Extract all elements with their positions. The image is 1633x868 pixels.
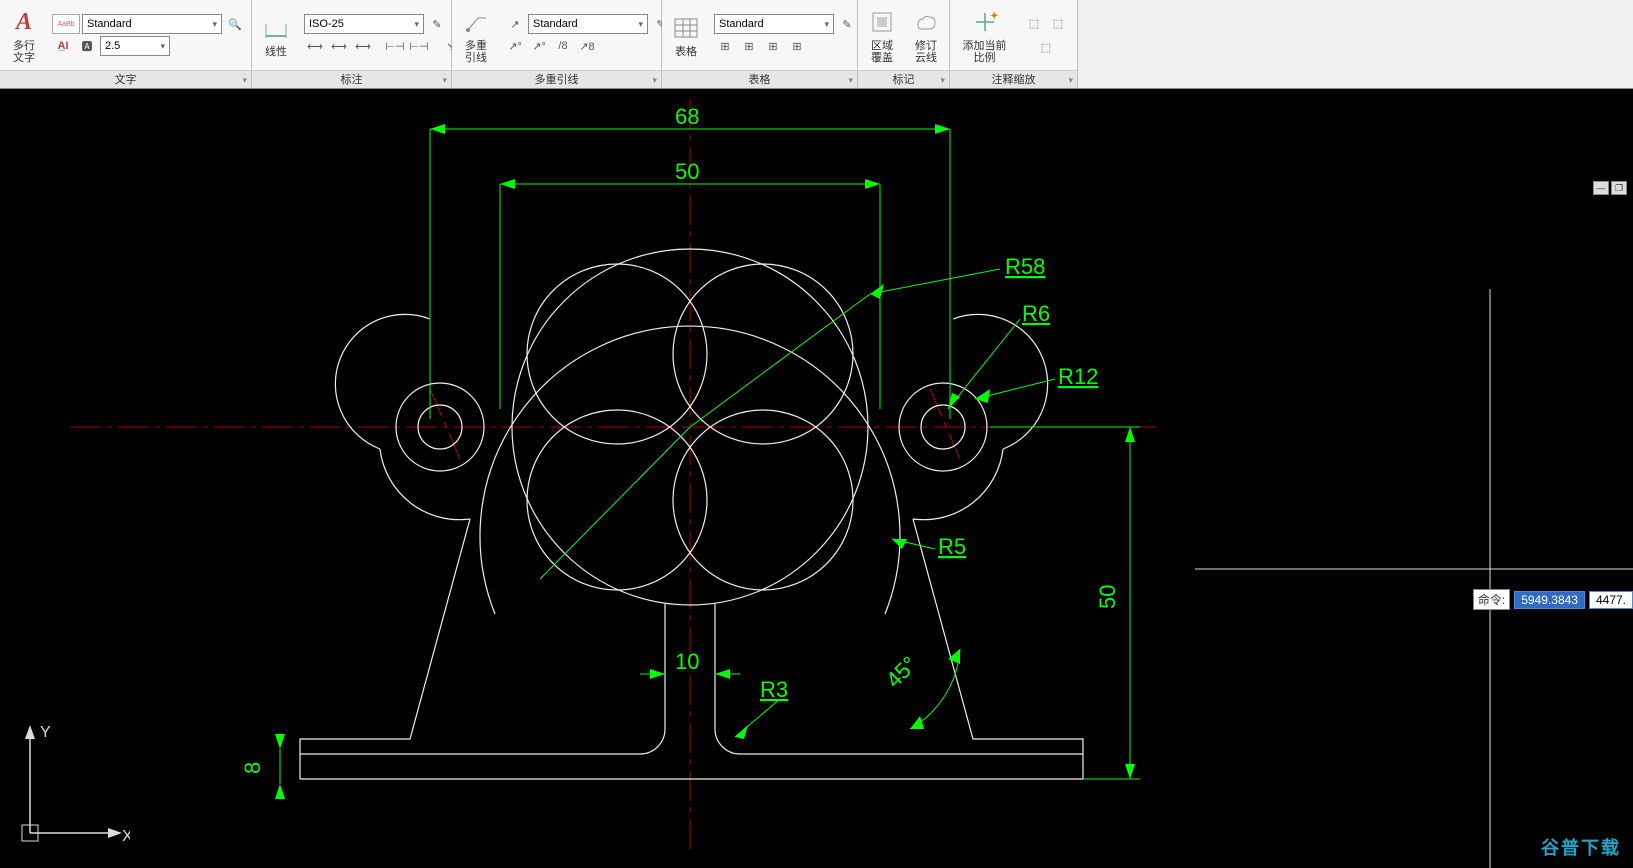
panel-title-annoscale[interactable]: 注释缩放	[950, 70, 1077, 88]
text-style-select[interactable]: Standard	[82, 14, 222, 34]
mtext-label: 多行 文字	[13, 40, 35, 64]
text-height-icon: A̲I	[52, 36, 74, 56]
table-label: 表格	[675, 46, 697, 58]
revcloud-button[interactable]: 修订 云线	[906, 2, 946, 68]
dim-update-button[interactable]: ✎	[426, 14, 448, 34]
text-height-adjust-icon: 🅰	[76, 36, 98, 56]
dim-a45: 45°	[881, 651, 922, 692]
table-style-select[interactable]: Standard	[714, 14, 834, 34]
coord-x-field[interactable]: 5949.3843	[1514, 591, 1585, 609]
dim-btn-1[interactable]: ⟷	[304, 36, 326, 56]
wipeout-icon	[866, 6, 898, 38]
add-scale-button[interactable]: ✦ 添加当前比例	[954, 2, 1015, 68]
dim-linear-button[interactable]: 线性	[256, 2, 296, 68]
panel-text: A 多行 文字 AaBb Standard 🔍 A̲I 🅰 2.5	[0, 0, 252, 88]
watermark-text: 谷普下载	[1541, 834, 1621, 860]
mleader-btn-2[interactable]: ↗°	[528, 36, 550, 56]
panel-title-text[interactable]: 文字	[0, 70, 251, 88]
add-scale-label: 添加当前比例	[958, 40, 1011, 64]
mleader-btn-3[interactable]: /8	[552, 36, 574, 56]
table-edit-button[interactable]: ✎	[836, 14, 858, 34]
dim-r12: R12	[1058, 364, 1098, 389]
revcloud-label: 修订 云线	[915, 40, 937, 64]
text-height-value: 2.5	[105, 40, 120, 52]
dim-btn-5[interactable]: ⊢⊣	[408, 36, 430, 56]
dim-68: 68	[675, 104, 699, 129]
dim-linear-label: 线性	[265, 46, 287, 58]
panel-annoscale: ✦ 添加当前比例 ⬚ ⬚ ⬚ 注释缩放	[950, 0, 1078, 88]
table-icon	[670, 12, 702, 44]
dim-r5: R5	[938, 534, 966, 559]
mleader-style-value: Standard	[533, 18, 578, 30]
panel-title-mleader[interactable]: 多重引线	[452, 70, 661, 88]
table-btn-4[interactable]: ⊞	[786, 36, 808, 56]
mleader-icon	[460, 6, 492, 38]
table-btn-3[interactable]: ⊞	[762, 36, 784, 56]
panel-title-table[interactable]: 表格	[662, 70, 857, 88]
wipeout-button[interactable]: 区域覆盖	[862, 2, 902, 68]
command-label: 命令:	[1473, 589, 1510, 610]
table-btn-1[interactable]: ⊞	[714, 36, 736, 56]
find-text-button[interactable]: 🔍	[224, 14, 246, 34]
mleader-label: 多重引线	[460, 40, 492, 64]
text-style-value: Standard	[87, 18, 132, 30]
panel-table: 表格 Standard ✎ ⊞ ⊞ ⊞ ⊞ 表格	[662, 0, 858, 88]
panel-title-dim[interactable]: 标注	[252, 70, 451, 88]
mleader-style-icon: ↗	[504, 14, 526, 34]
dim-r3: R3	[760, 677, 788, 702]
dim-btn-4[interactable]: ⊢⊣	[384, 36, 406, 56]
panel-dimension: 线性 ISO-25 ✎ ⟷ ⟷ ⟷ ⊢⊣ ⊢⊣ ↘	[252, 0, 452, 88]
mleader-btn-4[interactable]: ↗8	[576, 36, 598, 56]
anno-btn-2[interactable]: ⬚	[1047, 13, 1069, 33]
dim-8: 8	[240, 762, 265, 774]
drawing-canvas[interactable]: — ❐	[0, 89, 1633, 868]
text-style-preview-icon: AaBb	[52, 14, 80, 34]
mleader-button[interactable]: 多重引线	[456, 2, 496, 68]
coord-y-field[interactable]: 4477.	[1589, 591, 1633, 609]
dim-10: 10	[675, 649, 699, 674]
add-scale-icon: ✦	[969, 6, 1001, 38]
text-height-select[interactable]: 2.5	[100, 36, 170, 56]
mtext-button[interactable]: A 多行 文字	[4, 2, 44, 68]
anno-btn-3[interactable]: ⬚	[1035, 37, 1057, 57]
dim-style-value: ISO-25	[309, 18, 344, 30]
ribbon-toolbar: A 多行 文字 AaBb Standard 🔍 A̲I 🅰 2.5	[0, 0, 1633, 89]
dim-linear-icon	[260, 12, 292, 44]
dim-style-select[interactable]: ISO-25	[304, 14, 424, 34]
table-style-value: Standard	[719, 18, 764, 30]
dim-50v: 50	[1095, 585, 1120, 609]
mleader-style-select[interactable]: Standard	[528, 14, 648, 34]
svg-text:✦: ✦	[990, 11, 998, 22]
dynamic-input: 命令: 5949.3843 4477.	[1473, 589, 1633, 610]
table-btn-2[interactable]: ⊞	[738, 36, 760, 56]
revcloud-icon	[910, 6, 942, 38]
table-button[interactable]: 表格	[666, 2, 706, 68]
dim-btn-2[interactable]: ⟷	[328, 36, 350, 56]
panel-title-markup[interactable]: 标记	[858, 70, 949, 88]
anno-btn-1[interactable]: ⬚	[1023, 13, 1045, 33]
dim-r58: R58	[1005, 254, 1045, 279]
mleader-btn-1[interactable]: ↗°	[504, 36, 526, 56]
dim-btn-3[interactable]: ⟷	[352, 36, 374, 56]
wipeout-label: 区域覆盖	[866, 40, 898, 64]
dim-50: 50	[675, 159, 699, 184]
dim-r6: R6	[1022, 301, 1050, 326]
cad-drawing: 68 50 10 8 50	[0, 89, 1633, 868]
mtext-icon: A	[8, 6, 40, 38]
panel-mleader: 多重引线 ↗ Standard ✎ ↗° ↗° /8 ↗8 多重引线	[452, 0, 662, 88]
panel-markup: 区域覆盖 修订 云线 标记	[858, 0, 950, 88]
